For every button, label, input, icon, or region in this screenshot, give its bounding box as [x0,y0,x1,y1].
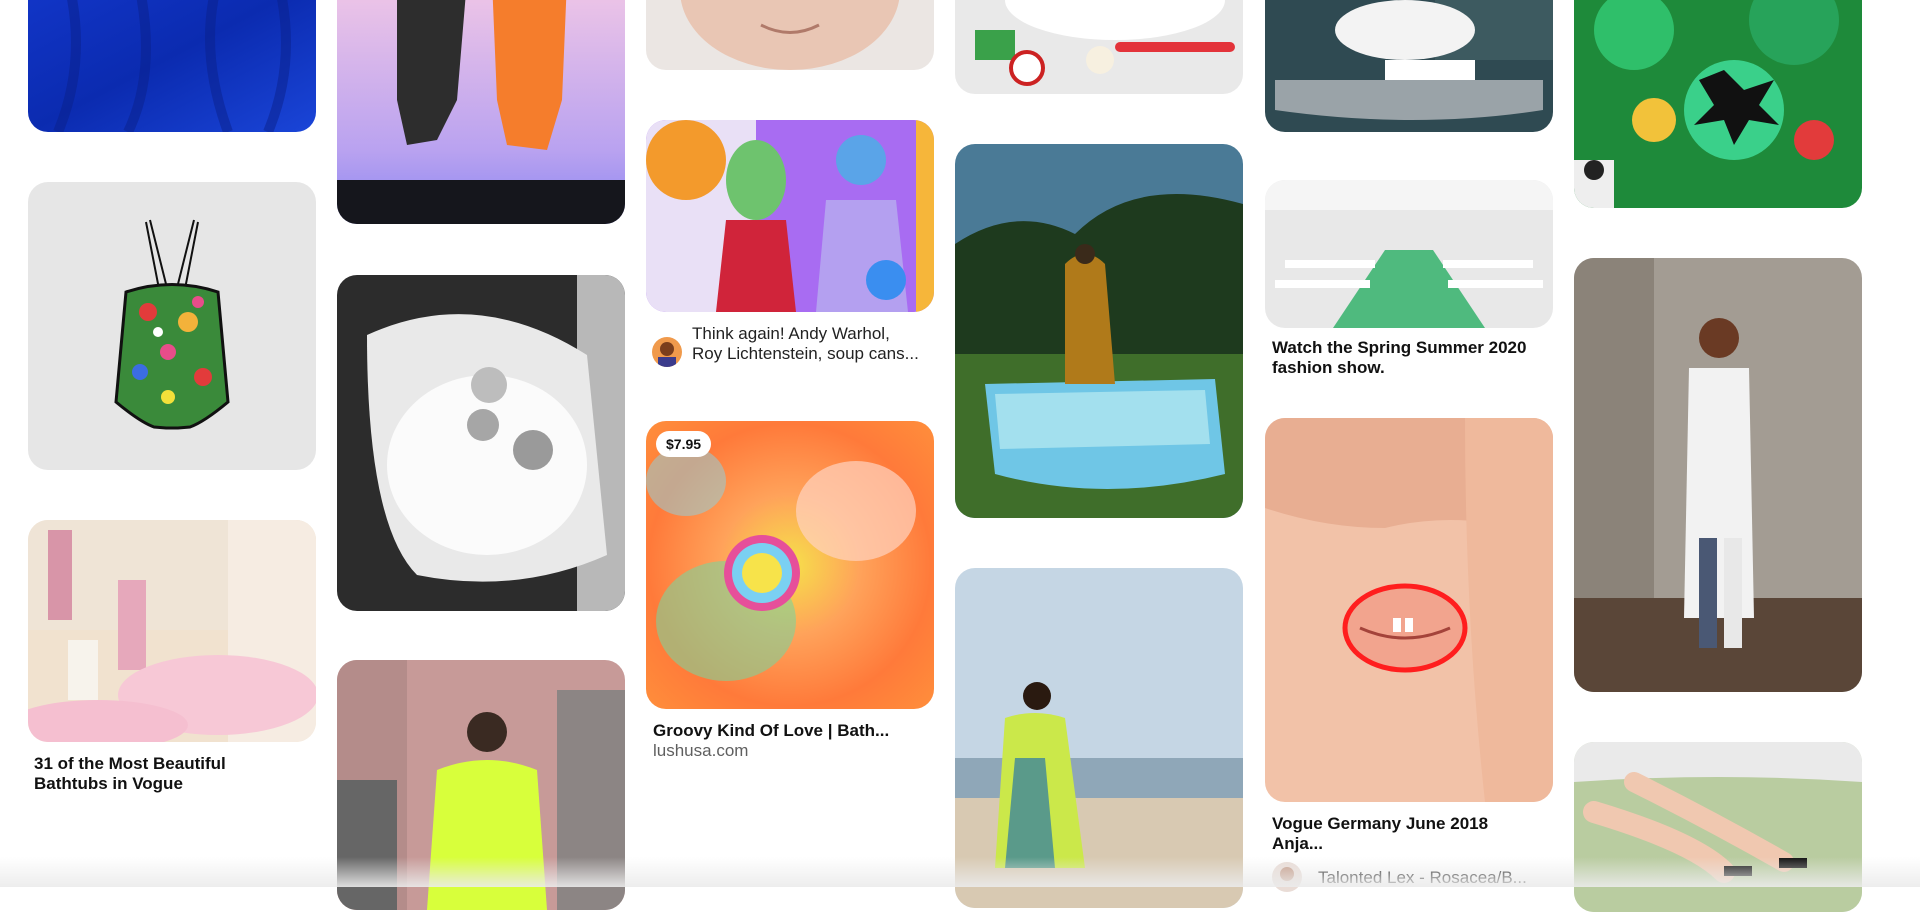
pin-caption[interactable]: Think again! Andy Warhol, Roy Lichtenste… [692,324,922,364]
avatar[interactable] [652,337,682,367]
pin-domain[interactable]: lushusa.com [653,741,748,761]
pin-image-floral-swimsuit[interactable] [28,182,316,470]
pin-image-pink-bathroom[interactable] [28,520,316,742]
pin-image-inflatable-pool[interactable] [955,144,1243,518]
avatar[interactable] [1272,862,1302,892]
pin-image-blue-fabric[interactable] [28,0,316,132]
price-badge: $7.95 [656,431,712,457]
pin-image-bath-bomb[interactable] [646,421,934,709]
pin-image-warhol-art[interactable] [646,120,934,312]
pin-title[interactable]: Groovy Kind Of Love | Bath... [653,721,923,741]
pin-image-figures-illustration[interactable] [337,0,625,224]
pin-image-bathtub-bw[interactable] [337,275,625,611]
pin-image-toys-bathtub[interactable] [955,0,1243,94]
pin-image-white-vest[interactable] [1574,258,1862,692]
pin-title[interactable]: 31 of the Most Beautiful Bathtubs in Vog… [34,754,304,794]
pin-image-face-closeup[interactable] [646,0,934,70]
pin-image-bathroom-scene[interactable] [1265,0,1553,132]
pin-title[interactable]: Vogue Germany June 2018 Anja... [1272,814,1542,854]
pin-image-beach-dress[interactable] [955,568,1243,908]
pin-author[interactable]: Talonted Lex - Rosacea/B... [1318,868,1553,888]
pin-image-comic-jungle[interactable] [1574,0,1862,208]
pin-image-red-lips[interactable] [1265,418,1553,802]
pin-title[interactable]: Watch the Spring Summer 2020 fashion sho… [1272,338,1542,378]
pin-image-neon-jacket[interactable] [337,660,625,910]
pin-image-runway[interactable] [1265,180,1553,328]
